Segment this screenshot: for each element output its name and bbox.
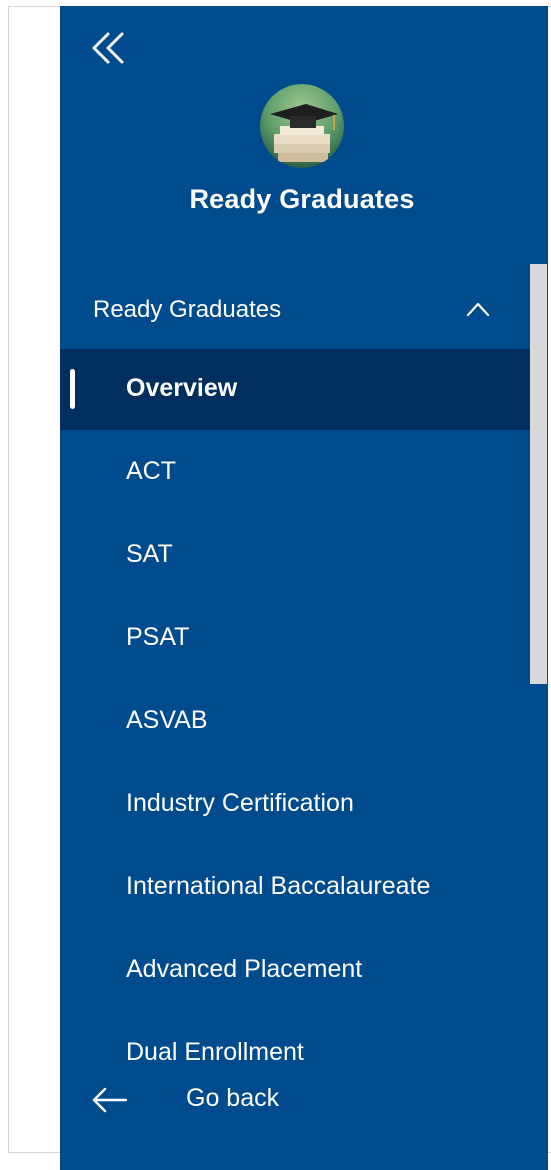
go-back-button[interactable]: Go back bbox=[60, 1076, 360, 1124]
collapse-sidebar-button[interactable] bbox=[90, 28, 130, 68]
nav-item-act[interactable]: ACT bbox=[60, 432, 530, 515]
arrow-left-icon bbox=[92, 1087, 128, 1113]
nav-item-label: Dual Enrollment bbox=[126, 1038, 304, 1066]
nav-item-international-baccalaureate[interactable]: International Baccalaureate bbox=[60, 847, 530, 930]
nav-item-sat[interactable]: SAT bbox=[60, 515, 530, 598]
nav-item-label: Overview bbox=[126, 374, 238, 402]
nav-item-label: International Baccalaureate bbox=[126, 872, 431, 900]
nav-item-asvab[interactable]: ASVAB bbox=[60, 681, 530, 764]
scrollbar-thumb[interactable] bbox=[530, 264, 547, 684]
double-chevron-left-icon bbox=[92, 32, 124, 64]
scrollbar[interactable] bbox=[530, 264, 548, 684]
avatar bbox=[260, 84, 344, 168]
chevron-up-icon bbox=[466, 302, 490, 317]
nav-item-label: SAT bbox=[126, 540, 173, 568]
section-header-ready-graduates[interactable]: Ready Graduates bbox=[60, 284, 526, 334]
nav-item-overview[interactable]: Overview bbox=[60, 349, 530, 430]
nav-item-label: Advanced Placement bbox=[126, 955, 363, 983]
sidebar: Ready Graduates Ready Graduates Overview… bbox=[60, 6, 548, 1170]
nav-item-label: Industry Certification bbox=[126, 789, 354, 817]
nav-item-advanced-placement[interactable]: Advanced Placement bbox=[60, 930, 530, 1013]
nav-item-label: PSAT bbox=[126, 623, 190, 651]
nav-item-industry-certification[interactable]: Industry Certification bbox=[60, 764, 530, 847]
nav-list: Overview ACT SAT PSAT ASVAB Industry Cer… bbox=[60, 349, 530, 1096]
active-indicator bbox=[70, 369, 75, 409]
nav-item-label: ASVAB bbox=[126, 706, 208, 734]
go-back-label: Go back bbox=[186, 1084, 280, 1112]
section-label: Ready Graduates bbox=[93, 296, 282, 323]
nav-item-label: ACT bbox=[126, 457, 176, 485]
window-border-left bbox=[8, 6, 9, 1153]
nav-item-psat[interactable]: PSAT bbox=[60, 598, 530, 681]
graduation-cap-books-image bbox=[260, 84, 344, 168]
app-title: Ready Graduates bbox=[189, 184, 415, 214]
